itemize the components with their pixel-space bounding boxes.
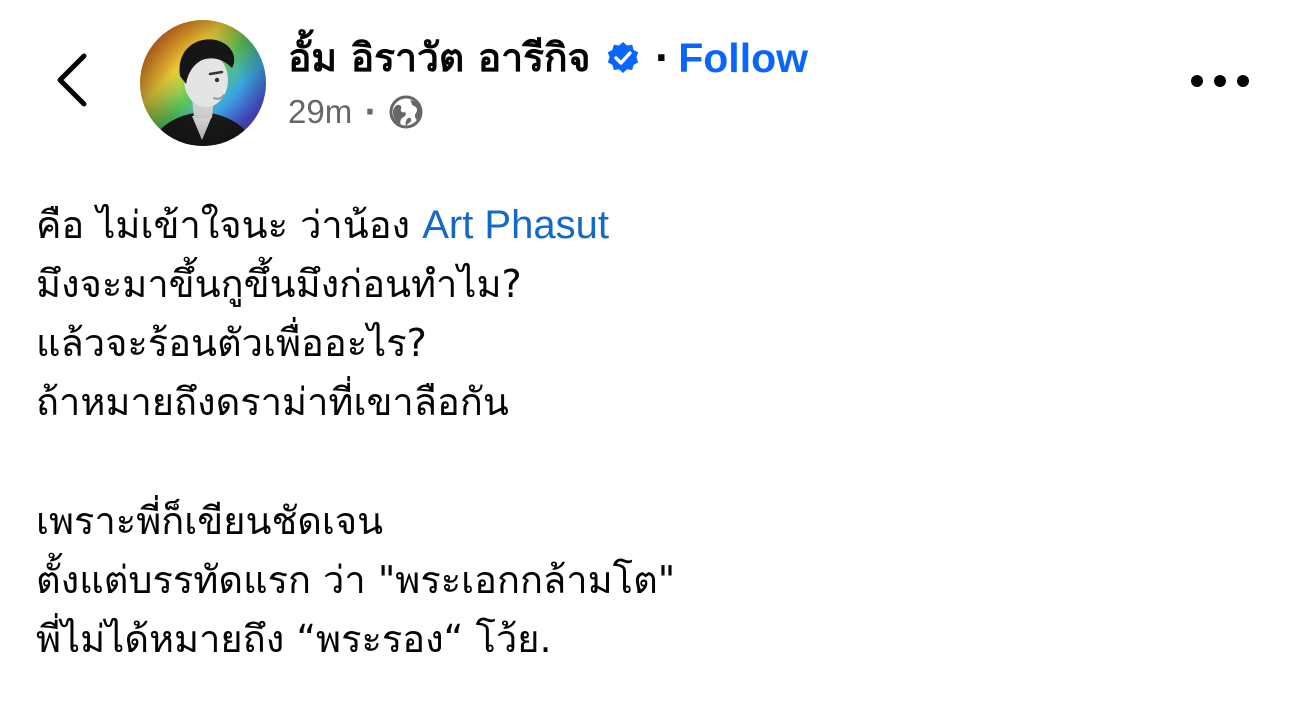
separator-dot: · [654,37,669,79]
post-line: มึงจะมาขึ้นกูขึ้นมึงก่อนทำไม? [36,262,522,306]
post-line: คือ ไม่เข้าใจนะ ว่าน้อง Art Phasut [36,196,1256,255]
more-horizontal-icon [1191,75,1249,87]
avatar[interactable] [140,20,266,146]
post-line: เพราะพี่ก็เขียนชัดเจน [36,499,384,543]
timestamp[interactable]: 29m [288,93,352,131]
post-body: คือ ไม่เข้าใจนะ ว่าน้อง Art Phasut มึงจะ… [36,196,1256,669]
post-line: แล้วจะร้อนตัวเพื่ออะไร? [36,321,427,365]
follow-button[interactable]: Follow [678,35,808,82]
verified-badge-icon [605,40,641,76]
globe-icon [388,94,424,130]
name-row: อั้ม อิราวัต อารีกิจ · Follow [288,26,808,90]
post-line: ถ้าหมายถึงดราม่าที่เขาลือกัน [36,380,509,424]
post-line: พี่ไม่ได้หมายถึง “พระรอง“ โว้ย. [36,617,552,661]
profile-photo [140,20,266,146]
author-name[interactable]: อั้ม อิราวัต อารีกิจ [288,27,591,89]
post-header: อั้ม อิราวัต อารีกิจ · Follow 29m · [0,0,1290,160]
post-meta: 29m · [288,88,424,136]
chevron-left-icon [57,53,87,107]
meta-separator: · [364,94,376,130]
mention-link[interactable]: Art Phasut [422,203,609,247]
more-options-button[interactable] [1180,56,1260,106]
post-line-blank [36,432,1256,492]
post-text: คือ ไม่เข้าใจนะ ว่าน้อง [36,203,423,247]
post-line: ตั้งแต่บรรทัดแรก ว่า "พระเอกกล้ามโต" [36,558,676,602]
back-button[interactable] [40,40,104,120]
